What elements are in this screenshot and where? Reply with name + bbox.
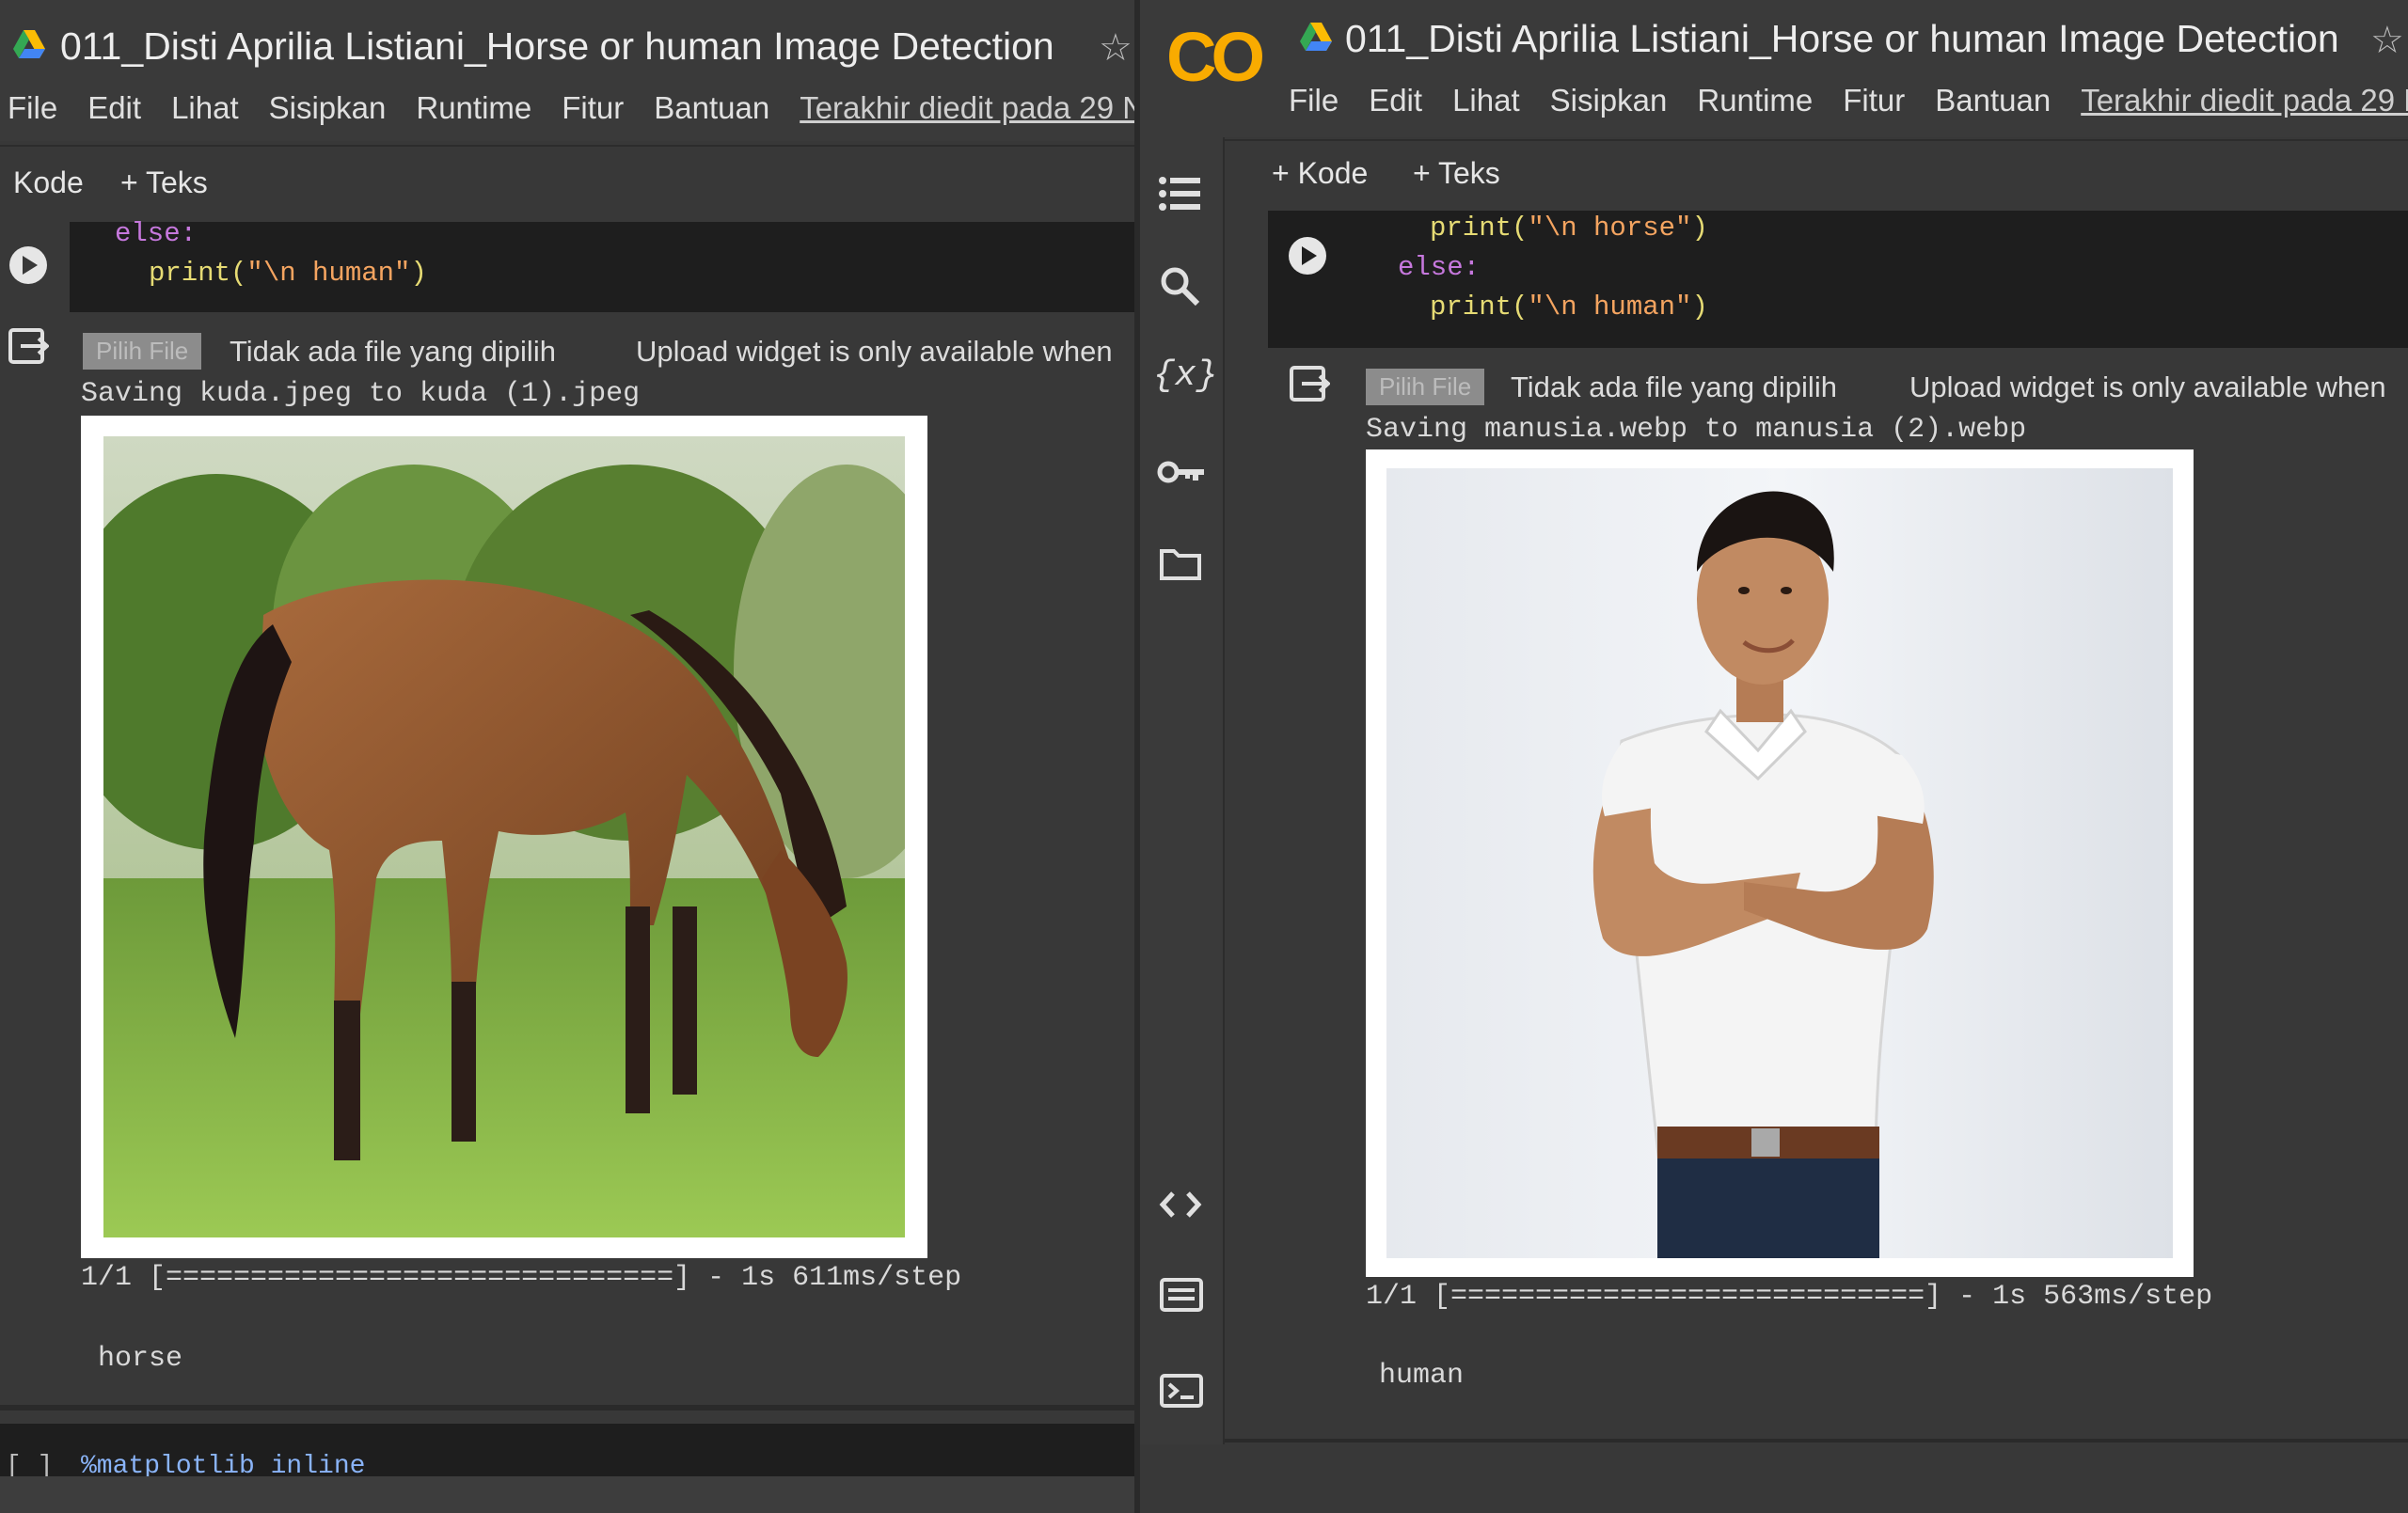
terminal-icon[interactable] (1159, 1373, 1204, 1409)
no-file-label: Tidak ada file yang dipilih (1511, 370, 1837, 403)
notebook-title[interactable]: 011_Disti Aprilia Listiani_Horse or huma… (1345, 17, 2339, 61)
menu-bar: File Edit Lihat Sisipkan Runtime Fitur Bantuan… (8, 90, 1138, 126)
code-string: "\n human" (246, 258, 411, 289)
progress-output: 1/1 [==============================] - 1… (81, 1262, 962, 1294)
command-palette-icon[interactable] (1159, 1277, 1204, 1313)
menu-tools[interactable]: Fitur (562, 90, 624, 125)
colab-logo[interactable]: CO (1166, 17, 1265, 97)
upload-note: Upload widget is only available when (636, 335, 1113, 368)
right-notebook-window: CO 011_Disti Aprilia Listiani_Horse or h… (1138, 0, 2408, 1513)
choose-file-button[interactable]: Pilih File (1366, 369, 1485, 405)
cell-divider (0, 1405, 1138, 1411)
menu-edit[interactable]: Edit (87, 90, 141, 125)
menu-view[interactable]: Lihat (1452, 83, 1520, 118)
choose-file-button[interactable]: Pilih File (83, 333, 202, 370)
drive-icon (1300, 23, 1332, 53)
code-string: "\n human" (1528, 292, 1692, 323)
code-cell[interactable]: else: print("\n human") (70, 218, 1138, 312)
add-text-button[interactable]: + Teks (120, 165, 208, 200)
menu-help[interactable]: Bantuan (654, 90, 769, 125)
add-code-button[interactable]: + Kode (1272, 156, 1368, 191)
code-paren: ) (410, 258, 427, 289)
horse-image-frame (81, 416, 927, 1258)
toc-icon[interactable] (1159, 175, 1202, 213)
star-icon[interactable]: ☆ (1099, 26, 1133, 70)
code-icon[interactable] (1159, 1189, 1202, 1221)
cell-divider (1225, 1439, 2408, 1442)
run-cell-icon[interactable] (1287, 235, 1328, 276)
code-paren: ) (1691, 292, 1708, 323)
no-file-label: Tidak ada file yang dipilih (230, 335, 556, 368)
left-footer (0, 1476, 1138, 1513)
upload-note: Upload widget is only available when (1909, 370, 2386, 403)
last-edited-link[interactable]: Terakhir diedit pada 29 No (800, 90, 1138, 125)
menu-runtime[interactable]: Runtime (1697, 83, 1813, 118)
menu-bar: File Edit Lihat Sisipkan Runtime Fitur Bantuan… (1289, 83, 2408, 118)
output-icon[interactable] (8, 327, 49, 365)
menu-insert[interactable]: Sisipkan (1550, 83, 1668, 118)
search-icon[interactable] (1159, 265, 1200, 307)
variables-icon[interactable]: {x} (1153, 355, 1217, 396)
menu-edit[interactable]: Edit (1369, 83, 1422, 118)
notebook-title[interactable]: 011_Disti Aprilia Listiani_Horse or huma… (60, 24, 1054, 69)
run-cell-icon[interactable] (8, 244, 49, 286)
cell-toolbar: + Kode + Teks (1225, 139, 2408, 213)
code-keyword-else: else: (1398, 252, 1481, 283)
menu-insert[interactable]: Sisipkan (269, 90, 387, 125)
add-text-button[interactable]: + Teks (1413, 156, 1500, 191)
menu-file[interactable]: File (1289, 83, 1339, 118)
last-edited-link[interactable]: Terakhir diedit pada 29 No (2081, 83, 2408, 118)
code-string: "\n horse" (1528, 213, 1692, 244)
menu-tools[interactable]: Fitur (1843, 83, 1905, 118)
code-print: print( (149, 258, 247, 289)
left-notebook-window: 011_Disti Aprilia Listiani_Horse or huma… (0, 0, 1138, 1513)
left-sidebar: {x} (1138, 137, 1225, 1444)
horse-image (103, 436, 905, 1237)
human-image-frame (1366, 449, 2194, 1277)
drive-icon (13, 30, 45, 60)
file-upload-widget: Pilih File (83, 333, 202, 370)
human-image (1386, 468, 2173, 1258)
menu-view[interactable]: Lihat (171, 90, 239, 125)
key-icon[interactable] (1157, 457, 1206, 487)
prediction-result: human (1379, 1360, 1465, 1392)
code-cell[interactable]: print("\n horse") else: print("\n human"… (1268, 211, 2408, 348)
star-icon[interactable]: ☆ (2370, 19, 2404, 62)
output-icon[interactable] (1289, 365, 1330, 402)
code-keyword-else: else: (115, 218, 198, 249)
menu-runtime[interactable]: Runtime (416, 90, 531, 125)
add-code-button[interactable]: Kode (13, 165, 84, 200)
cell-toolbar: Kode + Teks (0, 145, 1138, 222)
next-code-cell[interactable]: [ ] %matplotlib inline (0, 1424, 1138, 1481)
code-paren: ) (1691, 213, 1708, 244)
file-upload-widget: Pilih File (1366, 369, 1485, 405)
menu-file[interactable]: File (8, 90, 57, 125)
saving-message: Saving manusia.webp to manusia (2).webp (1366, 414, 2027, 446)
menu-help[interactable]: Bantuan (1935, 83, 2051, 118)
code-print: print( (1430, 213, 1529, 244)
code-print: print( (1430, 292, 1529, 323)
folder-icon[interactable] (1159, 545, 1202, 581)
prediction-result: horse (98, 1343, 183, 1375)
saving-message: Saving kuda.jpeg to kuda (1).jpeg (81, 378, 641, 410)
progress-output: 1/1 [============================] - 1s … (1366, 1281, 2213, 1313)
pane-separator (1134, 0, 1140, 1513)
